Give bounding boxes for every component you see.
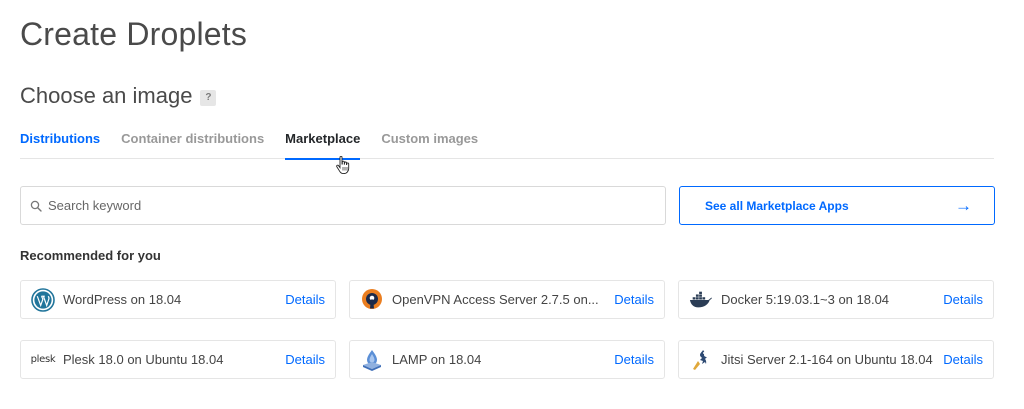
see-all-marketplace-button[interactable]: See all Marketplace Apps →	[679, 186, 995, 225]
search-box	[20, 186, 666, 225]
lamp-icon	[360, 348, 384, 372]
page-title: Create Droplets	[20, 16, 248, 52]
details-link[interactable]: Details	[285, 352, 325, 367]
tab-custom-images[interactable]: Custom images	[381, 130, 478, 159]
hand-cursor-icon	[336, 156, 350, 174]
plesk-logo-text: plesk	[30, 354, 56, 365]
recommended-title: Recommended for you	[20, 248, 161, 263]
app-name: LAMP on 18.04	[392, 352, 482, 367]
app-name: WordPress on 18.04	[63, 292, 182, 307]
arrow-right-icon: →	[955, 195, 972, 215]
docker-icon	[689, 288, 713, 312]
wordpress-icon	[31, 287, 55, 312]
app-card-wordpress[interactable]: WordPress on 18.04 Details	[20, 280, 336, 319]
section-title-text: Choose an image	[20, 83, 193, 108]
image-tabs: Distributions Container distributions Ma…	[20, 130, 994, 160]
openvpn-icon	[360, 288, 384, 312]
app-card-plesk[interactable]: plesk Plesk 18.0 on Ubuntu 18.04 Details	[20, 340, 336, 379]
tab-marketplace[interactable]: Marketplace	[285, 130, 361, 160]
app-name: Jitsi Server 2.1-164 on Ubuntu 18.04	[721, 352, 933, 367]
tab-container-distributions[interactable]: Container distributions	[121, 130, 264, 159]
search-input[interactable]	[48, 198, 608, 213]
app-card-lamp[interactable]: LAMP on 18.04 Details	[349, 340, 665, 379]
details-link[interactable]: Details	[943, 292, 983, 307]
search-icon	[30, 200, 42, 212]
tab-distributions[interactable]: Distributions	[20, 130, 100, 159]
details-link[interactable]: Details	[614, 352, 654, 367]
app-name: Docker 5:19.03.1~3 on 18.04	[721, 292, 890, 307]
details-link[interactable]: Details	[943, 352, 983, 367]
details-link[interactable]: Details	[285, 292, 325, 307]
app-name: Plesk 18.0 on Ubuntu 18.04	[63, 352, 224, 367]
see-all-label: See all Marketplace Apps	[705, 198, 849, 213]
app-card-docker[interactable]: Docker 5:19.03.1~3 on 18.04 Details	[678, 280, 994, 319]
jitsi-icon	[689, 348, 713, 372]
section-title: Choose an image ?	[20, 83, 217, 109]
app-card-jitsi[interactable]: Jitsi Server 2.1-164 on Ubuntu 18.04 Det…	[678, 340, 994, 379]
plesk-icon: plesk	[30, 348, 56, 372]
details-link[interactable]: Details	[614, 292, 654, 307]
app-name: OpenVPN Access Server 2.7.5 on...	[392, 292, 599, 307]
help-icon[interactable]: ?	[200, 89, 217, 106]
app-card-openvpn[interactable]: OpenVPN Access Server 2.7.5 on... Detail…	[349, 280, 665, 319]
